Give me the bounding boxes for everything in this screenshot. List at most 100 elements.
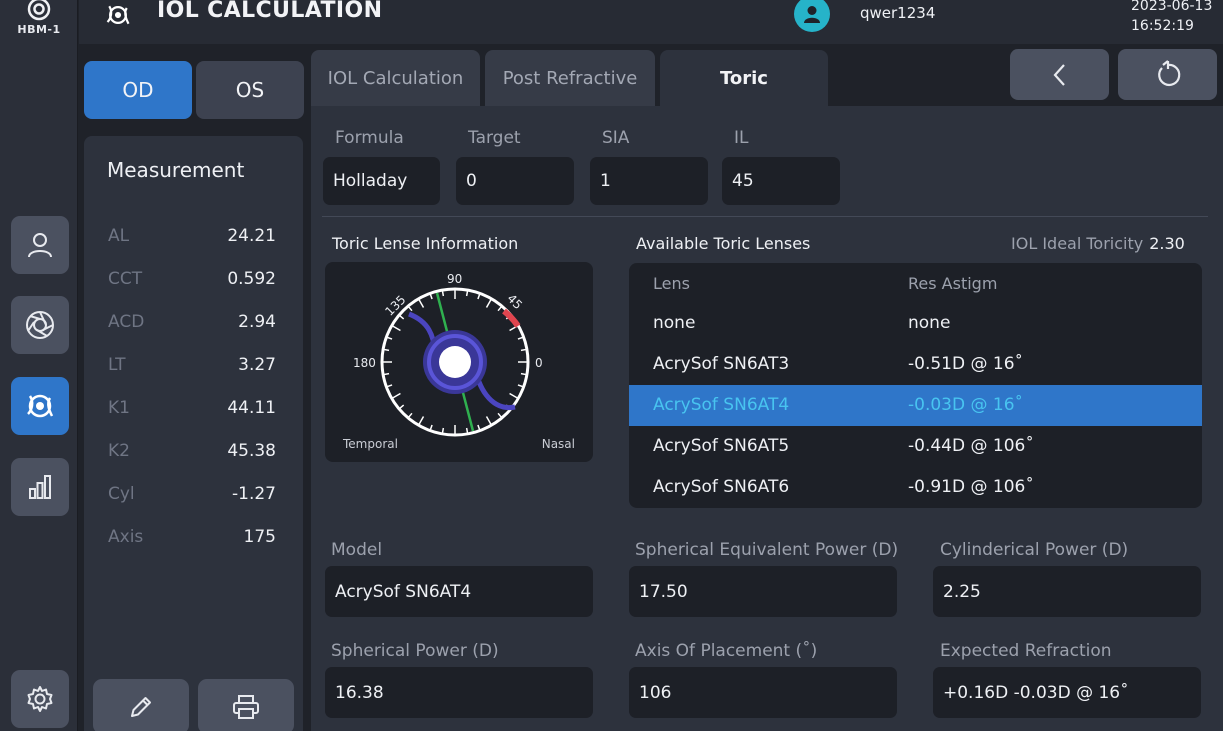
iol-eye-icon [27, 394, 54, 418]
measurement-row: K1 44.11 [108, 398, 276, 422]
measurement-value: 45.38 [227, 441, 276, 461]
measurement-label: CCT [108, 269, 143, 289]
left-rail: HBM-1 [0, 0, 78, 731]
sph-power-field: 16.38 [325, 667, 593, 718]
nasal-label: Nasal [541, 437, 575, 451]
res-astigm: -0.44D @ 106˚ [908, 436, 1034, 456]
lens-name: AcrySof SN6AT6 [653, 477, 790, 497]
device-logo-icon [27, 0, 51, 21]
dial-tick [417, 298, 425, 308]
formula-select[interactable]: Holladay [323, 157, 440, 205]
dial-tick [485, 298, 493, 308]
back-button[interactable] [1010, 49, 1109, 100]
measurement-row: CCT 0.592 [108, 269, 276, 293]
target-field[interactable]: 0 [456, 157, 574, 205]
measurement-row: ACD 2.94 [108, 312, 276, 336]
measurement-row: LT 3.27 [108, 355, 276, 379]
divider [322, 216, 1208, 217]
sidebar-item-measure[interactable] [11, 296, 69, 354]
avatar[interactable] [794, 0, 830, 32]
table-row[interactable]: none none [629, 303, 1202, 344]
tab-toric[interactable]: Toric [660, 50, 828, 106]
lens-name: AcrySof SN6AT3 [653, 354, 790, 374]
user-icon [804, 6, 820, 23]
res-astigm-column-header: Res Astigm [908, 274, 998, 293]
sidebar-item-report[interactable] [11, 458, 69, 516]
il-label: IL [734, 128, 749, 148]
measurement-value: 3.27 [238, 355, 276, 375]
model-label: Model [331, 540, 383, 560]
sidebar-item-settings[interactable] [11, 670, 69, 728]
res-astigm: -0.91D @ 106˚ [908, 477, 1034, 497]
measurement-label: ACD [108, 312, 145, 332]
tab-iol-calculation[interactable]: IOL Calculation [311, 50, 480, 106]
tab-post-refractive[interactable]: Post Refractive [485, 50, 655, 106]
page-title: IOL CALCULATION [157, 0, 383, 23]
available-lenses-title: Available Toric Lenses [636, 234, 811, 253]
toric-info-title: Toric Lense Information [332, 234, 519, 253]
toric-panel: Formula Holladay Target 0 SIA 1 IL 45 To… [311, 106, 1223, 731]
ideal-toricity-value: 2.30 [1149, 234, 1185, 253]
lens-name: AcrySof SN6AT5 [653, 436, 790, 456]
sidebar-item-patient[interactable] [11, 216, 69, 274]
ideal-toricity: IOL Ideal Toricity 2.30 [1011, 234, 1185, 253]
cyl-power-label: Cylinderical Power (D) [940, 540, 1129, 560]
chevron-left-icon [1053, 63, 1065, 86]
dial-label-0: 0 [535, 356, 543, 370]
sia-field[interactable]: 1 [590, 157, 708, 205]
measurement-row: K2 45.38 [108, 441, 276, 465]
username-label: qwer1234 [860, 4, 936, 22]
lens-name: none [653, 313, 696, 333]
gear-icon [27, 686, 53, 712]
sia-label: SIA [602, 128, 630, 148]
dial-tick [391, 324, 401, 332]
edit-button[interactable] [93, 679, 189, 731]
measurement-value: 175 [243, 527, 276, 547]
brand-logo: HBM-1 [0, 0, 78, 45]
model-field: AcrySof SN6AT4 [325, 566, 593, 617]
sph-power-label: Spherical Power (D) [331, 641, 499, 661]
measurement-panel: Measurement AL 24.21 CCT 0.592 ACD 2.94 … [84, 136, 303, 731]
lens-name: AcrySof SN6AT4 [653, 395, 790, 415]
axis-placement-label: Axis Of Placement (˚) [635, 641, 818, 661]
user-icon [28, 233, 52, 258]
od-button[interactable]: OD [84, 61, 192, 119]
il-field[interactable]: 45 [722, 157, 840, 205]
measurement-value: 24.21 [227, 226, 276, 246]
expected-refraction-label: Expected Refraction [940, 641, 1112, 661]
table-row[interactable]: AcrySof SN6AT3 -0.51D @ 16˚ [629, 344, 1202, 385]
measurement-label: AL [108, 226, 130, 246]
sidebar-item-iol[interactable] [11, 377, 69, 435]
measurement-row: Cyl -1.27 [108, 484, 276, 508]
header-logo [103, 1, 133, 33]
measurement-row: Axis 175 [108, 527, 276, 551]
measurement-label: Cyl [108, 484, 135, 504]
measurement-value: 44.11 [227, 398, 276, 418]
os-button[interactable]: OS [196, 61, 304, 119]
res-astigm: none [908, 313, 951, 333]
dial-label-180: 180 [353, 356, 376, 370]
aperture-icon [26, 311, 54, 339]
table-row[interactable]: AcrySof SN6AT5 -0.44D @ 106˚ [629, 426, 1202, 467]
seq-power-label: Spherical Equivalent Power (D) [635, 540, 899, 560]
pencil-icon [131, 696, 151, 717]
table-row[interactable]: AcrySof SN6AT6 -0.91D @ 106˚ [629, 467, 1202, 508]
dial-tick [391, 392, 401, 400]
dial-label-90: 90 [447, 272, 462, 286]
measurement-label: LT [108, 355, 126, 375]
dial-tick [485, 416, 493, 426]
dial-tick [417, 416, 425, 426]
print-button[interactable] [198, 679, 294, 731]
table-row-selected[interactable]: AcrySof SN6AT4 -0.03D @ 16˚ [629, 385, 1202, 426]
res-astigm: -0.51D @ 16˚ [908, 354, 1024, 374]
toric-axis-dial: 90 180 0 135 45 [353, 272, 543, 437]
dial-label-45: 45 [504, 291, 525, 312]
formula-label: Formula [335, 128, 404, 148]
measurement-value: 2.94 [238, 312, 276, 332]
lens-column-header: Lens [653, 274, 690, 293]
bar-chart-icon [29, 475, 51, 499]
dial-label-135: 135 [382, 293, 408, 319]
toric-dial-panel: 90 180 0 135 45 Temporal Nasal [325, 262, 593, 462]
res-astigm: -0.03D @ 16˚ [908, 395, 1024, 415]
reset-button[interactable] [1118, 49, 1217, 100]
